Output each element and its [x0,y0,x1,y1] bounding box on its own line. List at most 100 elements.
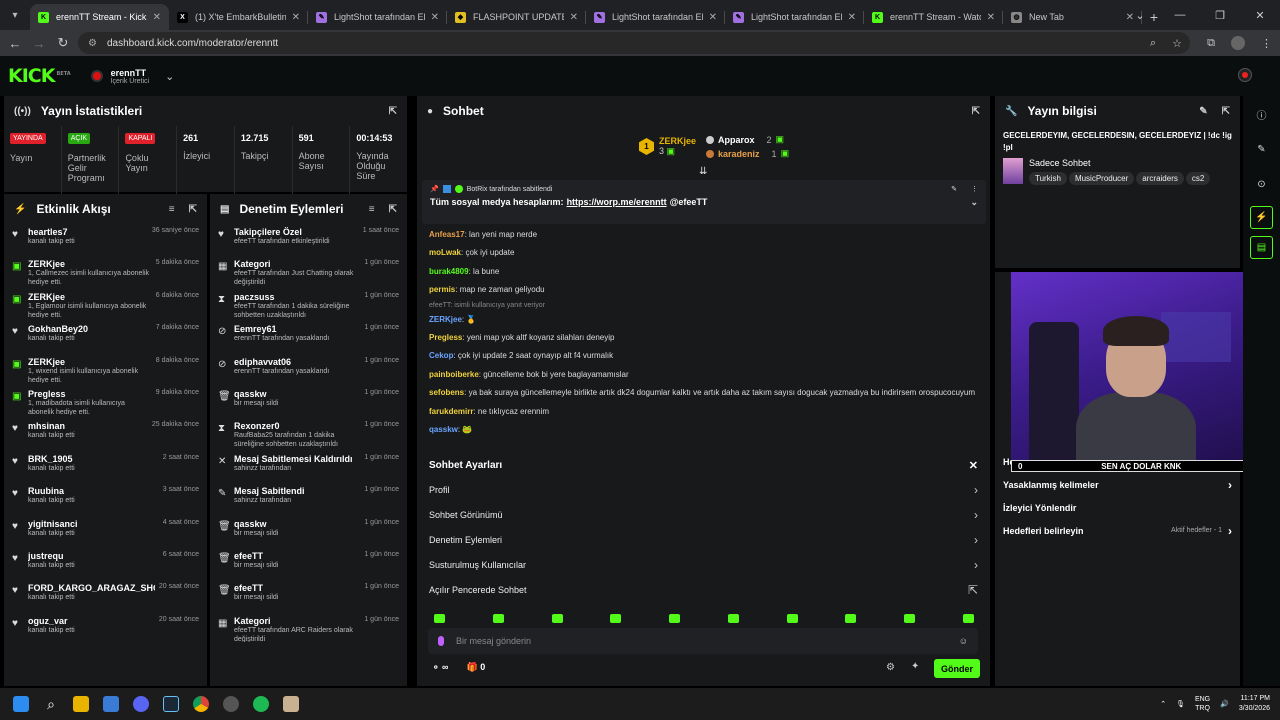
send-button[interactable]: Gönder [934,659,980,678]
tab-search-icon[interactable]: ▾ [0,0,30,30]
item-name[interactable]: efeeTT [234,583,360,593]
item-name[interactable]: Pregless [28,389,152,399]
item-name[interactable]: GokhanBey20 [28,324,152,334]
emote-picker-icon[interactable]: ✦ [911,661,919,672]
emote-icon[interactable] [845,613,857,623]
settings-row[interactable]: Denetim Eylemleri › [417,527,990,552]
chevron-down-icon[interactable]: ⌄ [165,70,174,83]
tab-close-icon[interactable]: ✕ [431,12,439,23]
chat-username[interactable]: farukdemirr [429,407,473,416]
expand-chevron-icon[interactable]: ⌄ [970,197,978,208]
emote-icon[interactable] [492,613,504,623]
tab-close-icon[interactable]: ✕ [153,12,161,23]
chat-username[interactable]: qasskw [429,425,458,434]
emote-icon[interactable] [434,613,445,623]
tab-close-icon[interactable]: ✕ [292,12,300,23]
tag-chip[interactable]: Turkish [1029,172,1067,185]
item-name[interactable]: BRK_1905 [28,454,159,464]
item-name[interactable]: ZERKjee [28,357,152,367]
settings-gear-icon[interactable]: ⚙ [886,662,895,673]
forward-button[interactable]: → [27,31,51,55]
user-avatar[interactable] [1238,68,1252,82]
windows-start-icon[interactable] [6,689,36,719]
reload-button[interactable]: ↻ [51,31,75,55]
tab-close-icon[interactable]: ✕ [709,12,717,23]
emote-icon[interactable] [610,613,622,623]
item-name[interactable]: qasskw [234,389,360,399]
close-window-button[interactable]: ✕ [1240,0,1280,30]
lightning-icon[interactable]: ⚡ [1250,206,1273,229]
address-bar[interactable]: ⚙ dashboard.kick.com/moderator/erenntt ⌕… [78,32,1190,54]
emote-icon[interactable] [551,613,563,623]
discord-icon[interactable] [126,689,156,719]
item-name[interactable]: justrequ [28,551,159,561]
item-name[interactable]: Kategori [234,259,360,269]
steam-icon[interactable] [156,689,186,719]
item-name[interactable]: qasskw [234,519,360,529]
item-name[interactable]: ZERKjee [28,259,152,269]
leader-name[interactable]: karadeniz [718,149,760,159]
chat-input[interactable]: Bir mesaj gönderin ☺ [428,628,978,654]
item-name[interactable]: Mesaj Sabitlemesi Kaldırıldı [234,454,360,464]
tag-chip[interactable]: MusicProducer [1068,172,1135,185]
spotify-icon[interactable] [246,689,276,719]
emote-icon[interactable] [786,613,798,623]
tag-chip[interactable]: cs2 [1185,172,1211,185]
chat-username[interactable]: Pregless [429,333,462,342]
collapse-icon[interactable]: ⇊ [699,166,707,177]
clock[interactable]: 11:17 PM 3/30/2026 [1239,694,1270,714]
media-player-icon[interactable] [276,689,306,719]
chat-username[interactable]: burak4809 [429,267,469,276]
settings-row[interactable]: Susturulmuş Kullanıcılar › [417,552,990,577]
volume-icon[interactable]: 🔊 [1220,700,1229,708]
log-icon[interactable]: ▤ [1250,236,1273,259]
filter-icon[interactable]: ≡ [169,204,175,215]
leader-name[interactable]: ZERKjee [659,136,696,146]
app-icon[interactable] [216,689,246,719]
filter-icon[interactable]: ≡ [369,204,375,215]
tab-close-icon[interactable]: ✕ [570,12,578,23]
browser-tab[interactable]: ◆ FLASHPOINT UPDATE - Fl ✕ [447,4,586,30]
chat-username[interactable]: permis [429,285,455,294]
close-icon[interactable]: ✕ [969,459,978,472]
emoji-icon[interactable]: ☺ [959,636,968,646]
item-name[interactable]: heartles7 [28,227,148,237]
item-name[interactable]: mhsinan [28,421,148,431]
browser-tab[interactable]: ✎ LightShot tarafından Ekra ✕ [308,4,447,30]
tag-chip[interactable]: arcraiders [1136,172,1184,185]
settings-row[interactable]: Açılır Pencerede Sohbet ⇱ [417,577,990,602]
channel-switcher[interactable]: erennTT İçerik Üretici ⌄ [90,68,174,85]
settings-row[interactable]: Sohbet Görünümü › [417,502,990,527]
extensions-icon[interactable]: ⧉ [1207,37,1215,50]
edit-icon[interactable]: ✎ [1250,138,1273,161]
item-name[interactable]: Takipçilere Özel [234,227,359,237]
item-name[interactable]: Ruubina [28,486,159,496]
bookmark-star-icon[interactable]: ☆ [1172,37,1182,50]
item-name[interactable]: ZERKjee [28,292,152,302]
maximize-button[interactable]: ❐ [1200,0,1240,30]
chat-username[interactable]: Cekop [429,351,453,360]
zoom-icon[interactable]: ⌕ [1150,37,1156,50]
info-setting-row[interactable]: İzleyici Yönlendir [995,496,1240,519]
item-name[interactable]: efeeTT [234,551,360,561]
search-icon[interactable]: ⌕ [36,689,66,719]
chat-username[interactable]: Anfeas17 [429,230,465,239]
browser-menu-icon[interactable]: ⋮ [1261,37,1272,50]
kick-logo[interactable]: KICK BETA [8,65,71,87]
popout-icon[interactable]: ⇱ [972,106,980,117]
profile-avatar[interactable] [1231,36,1245,50]
browser-tab[interactable]: ✎ LightShot tarafından Ekra ✕ [725,4,864,30]
pinned-link[interactable]: https://worp.me/erenntt [567,197,667,208]
popout-icon[interactable]: ⇱ [189,204,197,215]
emote-icon[interactable] [962,613,974,623]
popout-icon[interactable]: ⇱ [389,106,397,117]
item-name[interactable]: paczsuss [234,292,360,302]
item-name[interactable]: Rexonzer0 [234,421,360,431]
info-icon[interactable]: ⓘ [1250,103,1273,126]
tab-close-icon[interactable]: ✕ [987,12,995,23]
emote-icon[interactable] [727,613,739,623]
item-name[interactable]: FORD_KARGO_ARAGAZ_SHOW [28,583,155,593]
popout-icon[interactable]: ⇱ [389,204,397,215]
item-name[interactable]: yigitnisanci [28,519,159,529]
browser-tab[interactable]: ✎ LightShot tarafından Ekra ✕ [586,4,725,30]
